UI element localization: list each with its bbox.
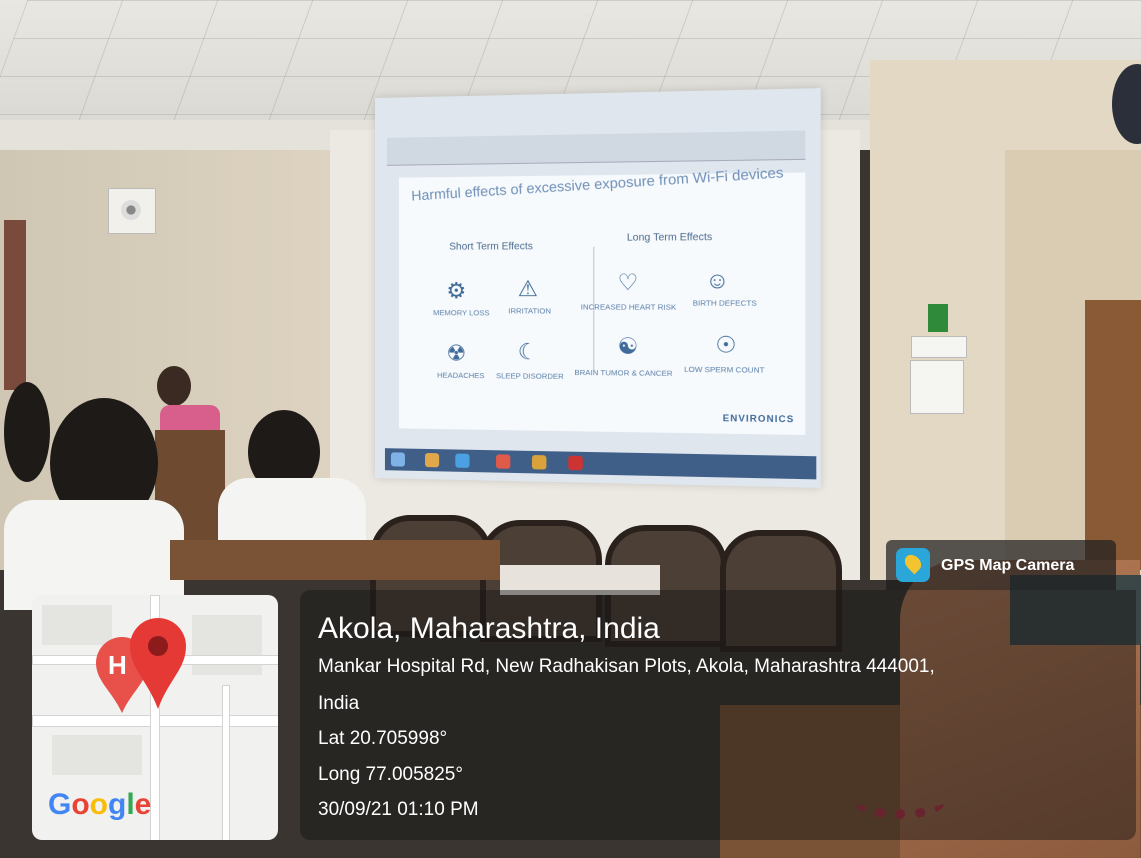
irritation-icon: ⚠ [512, 276, 543, 303]
windows-taskbar [385, 448, 816, 479]
ie-icon [455, 454, 469, 468]
projection-screen: Harmful effects of excessive exposure fr… [375, 88, 821, 488]
folder-icon [425, 453, 439, 467]
wall-speaker [108, 188, 156, 234]
longitude: Long 77.005825° [318, 764, 463, 786]
address-line: Mankar Hospital Rd, New Radhakisan Plots… [318, 656, 935, 678]
datetime: 30/09/21 01:10 PM [318, 799, 479, 821]
viewer-toolbar [387, 130, 805, 165]
map-road [222, 685, 230, 840]
pdf-icon [568, 456, 583, 471]
chrome-icon [496, 454, 510, 468]
hospital-marker-letter: H [108, 650, 127, 681]
presentation-slide: Harmful effects of excessive exposure fr… [399, 172, 805, 435]
switch-board [910, 360, 964, 414]
switch-board [911, 336, 967, 358]
sleep-disorder-icon: ☾ [512, 339, 543, 366]
gps-app-name: GPS Map Camera [941, 557, 1074, 575]
slide-title: Harmful effects of excessive exposure fr… [411, 164, 784, 204]
effect-label: SLEEP DISORDER [496, 371, 564, 381]
mini-map: H Google [32, 595, 278, 840]
environics-logo: ENVIRONICS [723, 413, 795, 424]
audience-member [4, 382, 50, 482]
short-term-heading: Short Term Effects [449, 241, 533, 253]
sperm-icon: ☉ [710, 332, 742, 359]
exit-sign [928, 304, 948, 332]
effect-label: BRAIN TUMOR & CANCER [574, 368, 672, 378]
memory-loss-icon: ⚙ [441, 278, 471, 304]
door [1085, 300, 1141, 570]
effect-label: BIRTH DEFECTS [693, 298, 757, 307]
start-icon [391, 452, 405, 466]
latitude: Lat 20.705998° [318, 728, 447, 750]
app-icon [532, 455, 546, 470]
effect-label: INCREASED HEART RISK [581, 302, 677, 311]
effect-label: IRRITATION [508, 306, 551, 315]
brain-icon: ☯ [612, 333, 644, 360]
effect-label: MEMORY LOSS [433, 308, 489, 317]
effect-label: LOW SPERM COUNT [684, 365, 764, 375]
long-term-heading: Long Term Effects [627, 232, 712, 244]
gps-map-camera-icon [896, 548, 930, 582]
baby-icon: ☺ [701, 267, 733, 294]
presenter [157, 366, 191, 406]
map-block [52, 735, 142, 775]
map-block [192, 615, 262, 675]
desk [170, 540, 500, 580]
audience-shirt [4, 500, 184, 610]
heart-icon: ♡ [612, 269, 644, 296]
effect-label: HEADACHES [437, 371, 484, 381]
address-line: India [318, 693, 359, 715]
gps-badge: GPS Map Camera [886, 540, 1116, 590]
curtain [4, 220, 26, 390]
location-pin-icon [127, 615, 189, 711]
location-title: Akola, Maharashtra, India [318, 612, 660, 646]
headaches-icon: ☢ [441, 340, 471, 366]
google-logo: Google [48, 788, 151, 822]
